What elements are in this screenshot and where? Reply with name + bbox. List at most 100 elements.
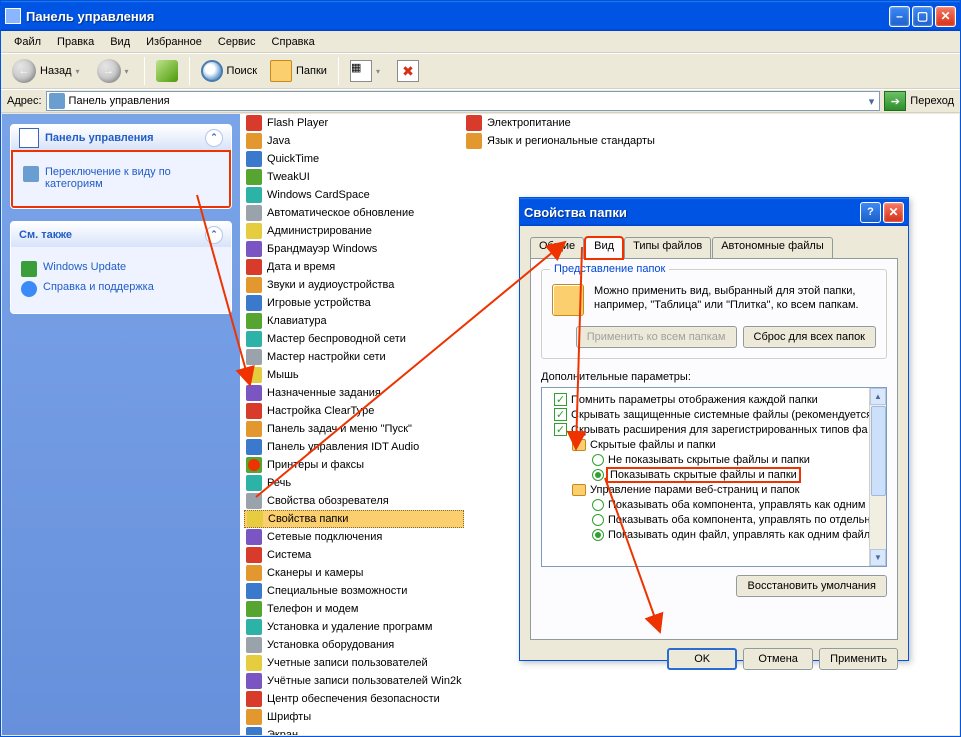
maximize-button[interactable]: ▢ [912,6,933,27]
cp-item[interactable]: Клавиатура [244,312,464,330]
views-button[interactable]: ▦▾ [345,56,389,86]
menu-edit[interactable]: Правка [50,34,101,50]
folders-button[interactable]: Папки [265,56,332,86]
dialog-close-button[interactable]: ✕ [883,202,904,223]
cp-item[interactable]: Экран [244,726,464,735]
cp-item[interactable]: Настройка ClearType [244,402,464,420]
advanced-tree[interactable]: ✓Помнить параметры отображения каждой па… [541,387,887,567]
tab-file-types[interactable]: Типы файлов [624,237,711,259]
cp-item[interactable]: Речь [244,474,464,492]
tree-row[interactable]: Показывать скрытые файлы и папки [544,467,884,482]
cp-item[interactable]: Игровые устройства [244,294,464,312]
tree-row[interactable]: ✓Помнить параметры отображения каждой па… [544,392,884,407]
delete-button[interactable]: ✖ [392,56,424,86]
help-button[interactable]: ? [860,202,881,223]
menu-file[interactable]: Файл [7,34,48,50]
cp-item[interactable]: Шрифты [244,708,464,726]
cp-item[interactable]: Windows CardSpace [244,186,464,204]
tree-row[interactable]: Показывать оба компонента, управлять по … [544,512,884,527]
cp-item[interactable]: Сканеры и камеры [244,564,464,582]
search-button[interactable]: Поиск [196,56,262,86]
cp-item[interactable]: Центр обеспечения безопасности [244,690,464,708]
go-button[interactable]: ➔ [884,91,906,111]
cp-item[interactable]: Установка и удаление программ [244,618,464,636]
tasks-header-2[interactable]: См. также ⌃ [11,222,231,247]
ok-button[interactable]: OK [667,648,737,670]
forward-button[interactable]: →▾ [92,56,138,86]
cp-item[interactable]: Java [244,132,464,150]
collapse-icon[interactable]: ⌃ [205,129,223,147]
cp-item[interactable]: Мышь [244,366,464,384]
cp-item[interactable]: Принтеры и факсы [244,456,464,474]
cp-item[interactable]: Автоматическое обновление [244,204,464,222]
restore-defaults-button[interactable]: Восстановить умолчания [736,575,887,597]
apply-button[interactable]: Применить [819,648,898,670]
cp-item[interactable]: Свойства папки [244,510,464,528]
dialog-title: Свойства папки [524,205,860,220]
menu-favorites[interactable]: Избранное [139,34,209,50]
switch-category-view-link[interactable]: Переключение к виду по категориям [23,166,219,190]
tab-offline-files[interactable]: Автономные файлы [712,237,833,259]
cp-item[interactable]: Специальные возможности [244,582,464,600]
tree-row[interactable]: Не показывать скрытые файлы и папки [544,452,884,467]
apply-to-all-button[interactable]: Применить ко всем папкам [576,326,737,348]
address-dropdown-icon[interactable]: ▾ [866,95,878,108]
folder-icon [552,284,584,316]
cp-item[interactable]: Брандмауэр Windows [244,240,464,258]
scroll-down-icon[interactable]: ▼ [870,549,886,566]
group-title: Представление папок [550,263,669,275]
cp-item[interactable]: TweakUI [244,168,464,186]
cp-item[interactable]: Телефон и модем [244,600,464,618]
tree-row[interactable]: ✓Скрывать расширения для зарегистрирован… [544,422,884,437]
menu-help[interactable]: Справка [265,34,322,50]
cp-item[interactable]: Панель задач и меню "Пуск" [244,420,464,438]
tree-row[interactable]: Показывать оба компонента, управлять как… [544,497,884,512]
tree-row[interactable]: Управление парами веб-страниц и папок [544,482,884,497]
address-input[interactable]: Панель управления ▾ [46,91,881,111]
minimize-button[interactable]: – [889,6,910,27]
cp-item[interactable]: Язык и региональные стандарты [464,132,684,150]
cp-item[interactable]: Электропитание [464,114,684,132]
cp-item[interactable]: Администрирование [244,222,464,240]
cp-item-icon [246,601,262,617]
cp-item-label: QuickTime [267,153,319,165]
tasks-header-1[interactable]: Панель управления ⌃ [11,125,231,150]
back-button[interactable]: ←Назад▾ [7,56,89,86]
cp-item[interactable]: QuickTime [244,150,464,168]
collapse-icon[interactable]: ⌃ [205,226,223,244]
cp-item[interactable]: Установка оборудования [244,636,464,654]
cp-item-icon [246,151,262,167]
cp-item[interactable]: Мастер настройки сети [244,348,464,366]
cp-item[interactable]: Система [244,546,464,564]
scrollbar[interactable]: ▲ ▼ [869,388,886,566]
tab-view[interactable]: Вид [585,237,623,259]
cp-item[interactable]: Назначенные задания [244,384,464,402]
menu-view[interactable]: Вид [103,34,137,50]
cp-item[interactable]: Дата и время [244,258,464,276]
tree-row[interactable]: Скрытые файлы и папки [544,437,884,452]
menu-service[interactable]: Сервис [211,34,263,50]
cancel-button[interactable]: Отмена [743,648,813,670]
cp-item[interactable]: Flash Player [244,114,464,132]
cp-item[interactable]: Мастер беспроводной сети [244,330,464,348]
scroll-up-icon[interactable]: ▲ [870,388,886,405]
tree-row[interactable]: ✓Скрывать защищенные системные файлы (ре… [544,407,884,422]
reset-all-button[interactable]: Сброс для всех папок [743,326,877,348]
dialog-titlebar[interactable]: Свойства папки ? ✕ [520,198,908,226]
tree-row[interactable]: Показывать один файл, управлять как одни… [544,527,884,542]
address-value: Панель управления [69,95,866,107]
search-icon [201,60,223,82]
cp-item[interactable]: Свойства обозревателя [244,492,464,510]
cp-item[interactable]: Панель управления IDT Audio [244,438,464,456]
titlebar[interactable]: Панель управления – ▢ ✕ [1,1,960,31]
up-button[interactable] [151,56,183,86]
close-button[interactable]: ✕ [935,6,956,27]
tab-general[interactable]: Общие [530,237,584,259]
cp-item[interactable]: Сетевые подключения [244,528,464,546]
cp-item[interactable]: Учетные записи пользователей [244,654,464,672]
windows-update-link[interactable]: Windows Update [21,261,221,277]
cp-item[interactable]: Звуки и аудиоустройства [244,276,464,294]
scroll-thumb[interactable] [871,406,886,496]
help-support-link[interactable]: Справка и поддержка [21,281,221,297]
cp-item[interactable]: Учётные записи пользователей Win2k [244,672,464,690]
